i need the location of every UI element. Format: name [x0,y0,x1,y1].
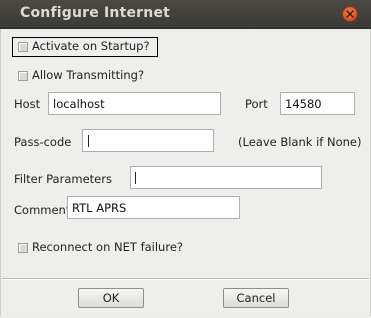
port-label: Port [245,97,268,111]
close-icon[interactable] [343,7,357,21]
comment-label: Comment: [14,203,75,217]
text-cursor [88,135,89,147]
allow-transmitting-label: Allow Transmitting? [32,68,145,82]
host-label: Host [14,97,41,111]
comment-field[interactable] [67,196,240,219]
passcode-label: Pass-code [14,135,72,149]
window-title: Configure Internet [20,5,171,21]
ok-button[interactable]: OK [78,288,144,308]
title-bar[interactable]: Configure Internet [0,0,371,29]
cancel-button[interactable]: Cancel [223,288,289,308]
reconnect-checkbox[interactable] [18,243,28,253]
port-field[interactable] [280,92,355,115]
separator-highlight [2,279,369,280]
reconnect-label: Reconnect on NET failure? [32,240,184,254]
host-field[interactable] [48,92,221,115]
dialog-body: Activate on Startup? Allow Transmitting?… [0,29,371,316]
activate-on-startup-checkbox[interactable] [18,42,28,52]
activate-on-startup-label: Activate on Startup? [32,39,150,53]
text-cursor [135,172,136,184]
passcode-hint: (Leave Blank if None) [238,135,362,149]
filter-parameters-field[interactable] [130,166,322,189]
allow-transmitting-checkbox[interactable] [18,71,28,81]
filter-parameters-label: Filter Parameters [14,172,112,186]
passcode-field[interactable] [82,129,214,152]
